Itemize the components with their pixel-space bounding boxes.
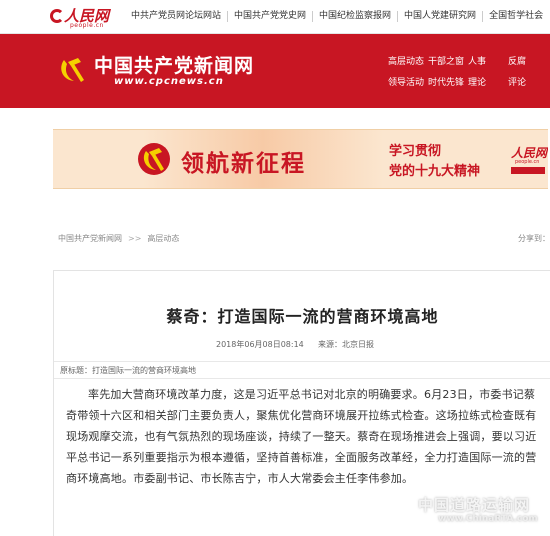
banner-logo-sub: people.cn — [515, 159, 540, 165]
nav-item[interactable]: 评论 — [508, 75, 548, 88]
article-date: 2018年06月08日08:14 — [216, 340, 304, 349]
campaign-banner[interactable]: 领航新征程 学习贯彻 党的十九大精神 人民网 people.cn — [53, 129, 548, 189]
banner-title: 领航新征程 — [181, 151, 306, 177]
share-label[interactable]: 分享到： — [518, 233, 550, 244]
nav-item[interactable]: 人事 — [468, 54, 508, 67]
top-link[interactable]: 中国纪检监察报网 — [313, 11, 399, 22]
breadcrumb-section[interactable]: 高层动态 — [147, 234, 179, 243]
article-body: 率先加大营商环境改革力度，这是习近平总书记对北京的明确要求。6月23日，市委书记… — [66, 388, 537, 485]
breadcrumb-separator: >> — [128, 234, 142, 243]
site-url: www.cpcnews.cn — [114, 76, 224, 87]
article-title: 蔡奇：打造国际一流的营商环境高地 — [166, 307, 439, 326]
site-brand[interactable]: 中国共产党新闻网 — [94, 51, 254, 78]
nav-item[interactable]: 反腐 — [508, 54, 548, 67]
top-link[interactable]: 中国人党建研究网 — [398, 11, 484, 22]
top-bar: 人民网 people.cn 中共产党员网论坛网站 中国共产党党史网 中国纪检监察… — [0, 0, 550, 34]
nav-item[interactable]: 理论 — [468, 75, 508, 88]
top-link[interactable]: 全国哲学社会 — [483, 11, 549, 22]
top-links: 中共产党员网论坛网站 中国共产党党史网 中国纪检监察报网 中国人党建研究网 全国… — [125, 11, 549, 22]
people-logo-icon — [50, 9, 64, 23]
top-link[interactable]: 中国共产党党史网 — [228, 11, 314, 22]
banner-subtitle-2: 党的十九大精神 — [389, 164, 481, 179]
hammer-sickle-emblem-icon — [138, 143, 170, 175]
top-link[interactable]: 中共产党员网论坛网站 — [125, 11, 229, 22]
nav-item[interactable]: 干部之窗 — [428, 54, 468, 67]
site-header: 中国共产党新闻网 www.cpcnews.cn 高层动态 干部之窗 人事 反腐 … — [0, 34, 550, 108]
hammer-sickle-icon — [61, 58, 84, 82]
watermark-line-1: 中国道路运输网 — [418, 496, 531, 514]
nav-item[interactable]: 领导活动 — [388, 75, 428, 88]
nav-item[interactable]: 高层动态 — [388, 54, 428, 67]
original-title: 原标题：打造国际一流的营商环境高地 — [54, 361, 550, 379]
site-watermark: 中国道路运输网 www.ChinaRTA.com — [418, 494, 548, 530]
watermark-line-2: www.ChinaRTA.com — [438, 514, 538, 524]
header-nav: 高层动态 干部之窗 人事 反腐 领导活动 时代先锋 理论 评论 — [388, 54, 548, 96]
banner-logo-bar — [511, 167, 545, 174]
banner-people-logo: 人民网 people.cn — [511, 144, 547, 176]
banner-subtitle-1: 学习贯彻 — [389, 144, 442, 159]
article-source[interactable]: 来源：北京日报 — [318, 339, 374, 350]
breadcrumb: 中国共产党新闻网 >> 高层动态 — [58, 233, 179, 244]
people-logo-sub: people.cn — [70, 22, 104, 29]
breadcrumb-home[interactable]: 中国共产党新闻网 — [58, 234, 122, 243]
nav-item[interactable]: 时代先锋 — [428, 75, 468, 88]
